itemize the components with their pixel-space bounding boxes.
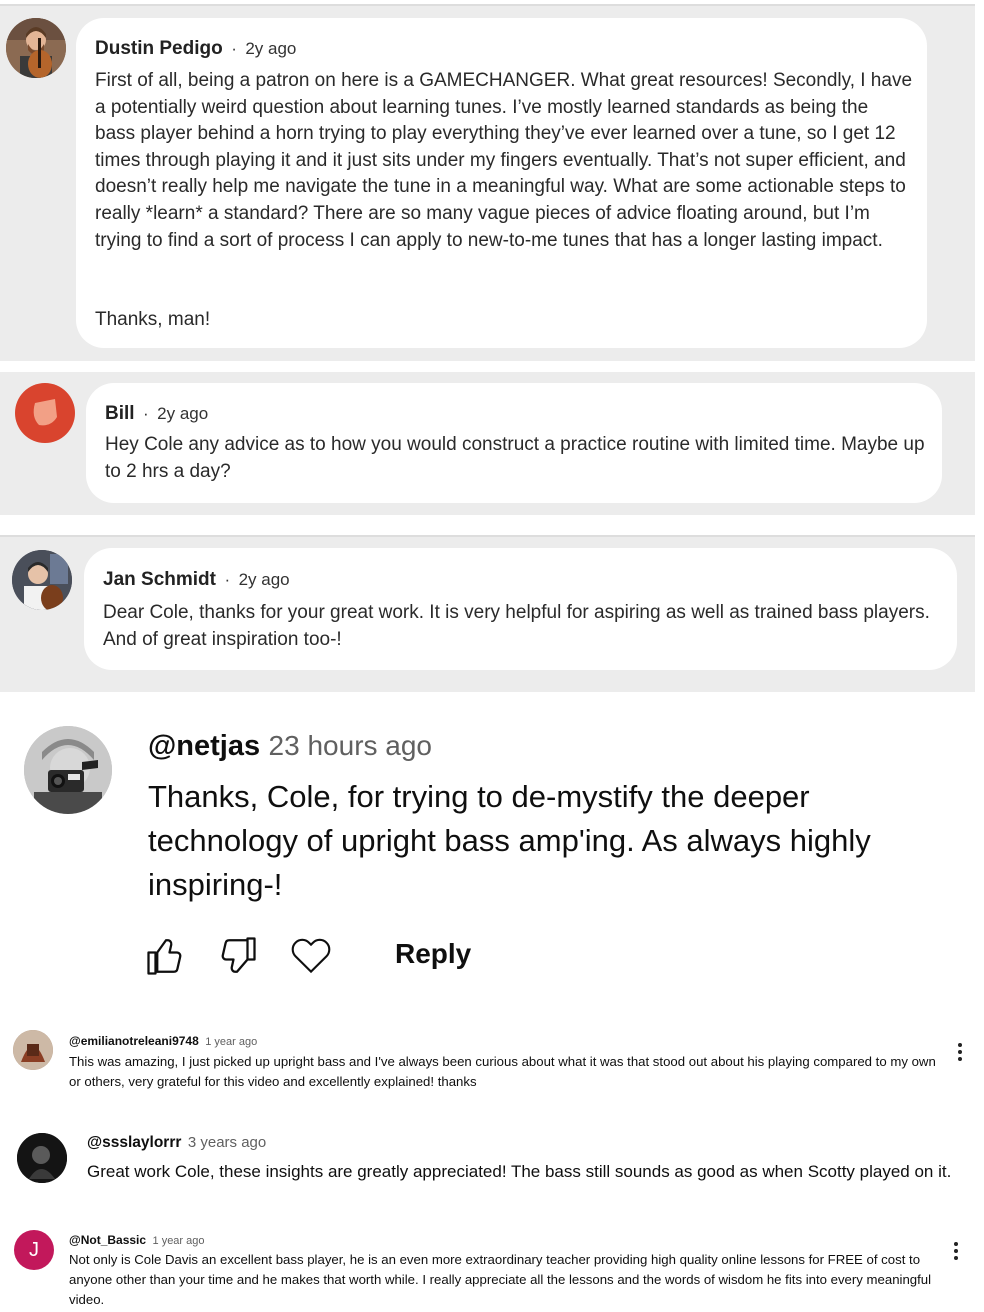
user-photo-icon (12, 550, 72, 610)
avatar[interactable] (13, 1030, 53, 1070)
thumbs-down-icon (221, 937, 256, 973)
meta-separator: · (231, 39, 237, 58)
comment-text: Thanks, Cole, for trying to de-mystify t… (148, 779, 871, 902)
comment-handle[interactable]: @netjas (148, 730, 260, 762)
kebab-dot-icon (954, 1256, 958, 1260)
comment-header: @netjas 23 hours ago (148, 730, 432, 763)
comment-panel: Jan Schmidt · 2y ago Dear Cole, thanks f… (0, 535, 975, 692)
comment-card: Jan Schmidt · 2y ago Dear Cole, thanks f… (84, 548, 957, 670)
heart-button[interactable] (290, 935, 332, 975)
kebab-dot-icon (958, 1050, 962, 1054)
kebab-dot-icon (958, 1057, 962, 1061)
comment-header: @Not_Bassic 1 year ago (69, 1231, 205, 1249)
comment-time[interactable]: 2y ago (245, 39, 296, 58)
avatar[interactable] (17, 1133, 67, 1183)
comment-text: Thanks, man! (95, 309, 211, 330)
comment-card: Dustin Pedigo · 2y ago First of all, bei… (76, 18, 927, 348)
comment-time[interactable]: 2y ago (157, 404, 208, 423)
avatar[interactable]: J (14, 1230, 54, 1270)
user-photo-icon (6, 18, 66, 78)
kebab-dot-icon (954, 1242, 958, 1246)
comment-header: Jan Schmidt · 2y ago (103, 569, 290, 591)
blob-avatar-icon (33, 399, 57, 426)
avatar[interactable] (12, 550, 72, 610)
comment-card: Bill · 2y ago Hey Cole any advice as to … (86, 383, 942, 503)
comment-header: @ssslaylorrr 3 years ago (87, 1134, 266, 1152)
comment-time[interactable]: 1 year ago (205, 1036, 257, 1048)
comment-handle[interactable]: @Not_Bassic (69, 1233, 146, 1247)
avatar-letter: J (29, 1239, 39, 1261)
kebab-dot-icon (954, 1249, 958, 1253)
comment-header: Bill · 2y ago (105, 403, 208, 425)
author-name[interactable]: Dustin Pedigo (95, 38, 223, 59)
author-name[interactable]: Jan Schmidt (103, 569, 216, 590)
user-photo-icon (24, 726, 112, 814)
comment-text: Hey Cole any advice as to how you would … (105, 434, 925, 482)
comment-header: Dustin Pedigo · 2y ago (95, 38, 296, 60)
comment-text: This was amazing, I just picked up uprig… (69, 1054, 936, 1089)
comment-text: Not only is Cole Davis an excellent bass… (69, 1252, 932, 1307)
reply-button[interactable]: Reply (395, 938, 471, 970)
avatar[interactable] (6, 18, 66, 78)
author-name[interactable]: Bill (105, 403, 135, 424)
meta-separator: · (224, 570, 231, 589)
thumbs-up-icon (147, 939, 182, 975)
dislike-button[interactable] (216, 935, 258, 977)
comment-panel: Bill · 2y ago Hey Cole any advice as to … (0, 372, 975, 515)
meta-separator: · (143, 404, 149, 423)
comment-handle[interactable]: @ssslaylorrr (87, 1134, 181, 1151)
user-photo-icon (17, 1133, 67, 1183)
comment-text: Dear Cole, thanks for your great work. I… (103, 602, 930, 650)
avatar[interactable] (24, 726, 112, 814)
comment-panel: Dustin Pedigo · 2y ago First of all, bei… (0, 4, 975, 361)
kebab-dot-icon (958, 1043, 962, 1047)
comment-time[interactable]: 23 hours ago (269, 730, 432, 761)
comment-header: @emilianotreleani9748 1 year ago (69, 1032, 257, 1050)
comment-handle[interactable]: @emilianotreleani9748 (69, 1034, 199, 1048)
avatar[interactable] (15, 383, 75, 443)
like-button[interactable] (145, 935, 187, 977)
comment-time[interactable]: 2y ago (239, 570, 290, 589)
more-options-button[interactable] (957, 1043, 963, 1064)
heart-icon (291, 938, 331, 974)
comment-time[interactable]: 1 year ago (153, 1235, 205, 1247)
comment-text: First of all, being a patron on here is … (95, 70, 913, 251)
user-photo-icon (13, 1030, 53, 1070)
comment-text: Great work Cole, these insights are grea… (87, 1162, 952, 1181)
more-options-button[interactable] (953, 1242, 959, 1263)
comment-time[interactable]: 3 years ago (188, 1134, 266, 1151)
